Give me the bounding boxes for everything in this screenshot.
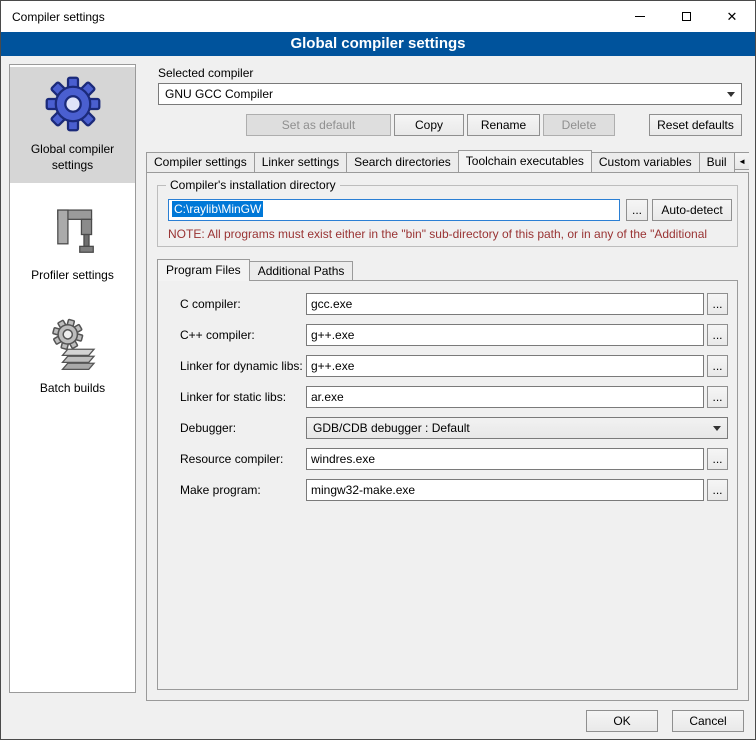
resource-compiler-input[interactable] [306,448,704,470]
make-program-input[interactable] [306,479,704,501]
chevron-down-icon [727,92,735,101]
window-controls: ✕ [617,1,755,32]
tab-linker-settings[interactable]: Linker settings [254,152,347,172]
tab-build-truncated[interactable]: Buil [699,152,735,172]
set-as-default-button[interactable]: Set as default [246,114,391,136]
maximize-icon [682,12,691,21]
static-linker-input[interactable] [306,386,704,408]
compiler-settings-dialog: Compiler settings ✕ Global compiler sett… [0,0,756,740]
rename-button[interactable]: Rename [467,114,540,136]
resource-compiler-browse-button[interactable]: ... [707,448,728,470]
profiler-tool-icon [46,205,100,259]
maximize-button[interactable] [663,1,709,32]
chevron-down-icon [713,426,721,435]
blue-gear-icon [44,75,102,133]
dynamic-linker-label: Linker for dynamic libs: [180,359,303,373]
tab-scroll-left-icon[interactable]: ◄ [734,152,749,170]
note-text: NOTE: All programs must exist either in … [168,227,734,241]
debugger-dropdown[interactable]: GDB/CDB debugger : Default [306,417,728,439]
settings-tabstrip: Compiler settings Linker settings Search… [146,150,749,172]
dynamic-linker-browse-button[interactable]: ... [707,355,728,377]
c-compiler-label: C compiler: [180,297,241,311]
sidebar-item-profiler-settings[interactable]: Profiler settings [10,197,135,294]
make-program-browse-button[interactable]: ... [707,479,728,501]
tab-compiler-settings[interactable]: Compiler settings [146,152,255,172]
tab-search-directories[interactable]: Search directories [346,152,459,172]
selected-compiler-dropdown[interactable]: GNU GCC Compiler [158,83,742,105]
ok-button[interactable]: OK [586,710,658,732]
c-compiler-browse-button[interactable]: ... [707,293,728,315]
debugger-value: GDB/CDB debugger : Default [313,421,470,435]
make-program-label: Make program: [180,483,261,497]
copy-button[interactable]: Copy [394,114,464,136]
close-button[interactable]: ✕ [709,1,755,32]
tab-custom-variables[interactable]: Custom variables [591,152,700,172]
tab-additional-paths[interactable]: Additional Paths [249,261,354,280]
dynamic-linker-input[interactable] [306,355,704,377]
static-linker-label: Linker for static libs: [180,390,286,404]
static-linker-browse-button[interactable]: ... [707,386,728,408]
cancel-button[interactable]: Cancel [672,710,744,732]
make-program-row: Make program: ... [158,479,739,501]
page-title: Global compiler settings [1,32,755,56]
reset-defaults-button[interactable]: Reset defaults [649,114,742,136]
resource-compiler-row: Resource compiler: ... [158,448,739,470]
auto-detect-button[interactable]: Auto-detect [652,199,732,221]
c-compiler-input[interactable] [306,293,704,315]
cpp-compiler-label: C++ compiler: [180,328,255,342]
installation-directory-value: C:\raylib\MinGW [172,201,263,217]
sidebar-item-batch-builds[interactable]: Batch builds [10,308,135,407]
compiler-actions: Set as default Copy Rename Delete Reset … [158,114,742,136]
program-files-panel: C compiler: ... C++ compiler: ... Linker… [157,280,738,690]
tab-toolchain-executables[interactable]: Toolchain executables [458,150,592,172]
installation-directory-group: Compiler's installation directory C:\ray… [157,185,738,247]
delete-button[interactable]: Delete [543,114,615,136]
minimize-button[interactable] [617,1,663,32]
cpp-compiler-row: C++ compiler: ... [158,324,739,346]
cpp-compiler-input[interactable] [306,324,704,346]
sidebar-item-label: Batch builds [13,381,132,397]
installation-directory-input[interactable]: C:\raylib\MinGW [168,199,620,221]
tab-program-files[interactable]: Program Files [157,259,250,281]
static-linker-row: Linker for static libs: ... [158,386,739,408]
sidebar-item-label: Global compiler settings [13,142,132,173]
sidebar-item-global-compiler-settings[interactable]: Global compiler settings [10,67,135,183]
dynamic-linker-row: Linker for dynamic libs: ... [158,355,739,377]
cpp-compiler-browse-button[interactable]: ... [707,324,728,346]
program-files-tabstrip: Program Files Additional Paths [157,259,352,280]
tab-scroll-buttons: ◄ ► [734,152,749,172]
settings-sidebar: Global compiler settings Profiler settin… [9,64,136,693]
selected-compiler-value: GNU GCC Compiler [165,87,273,101]
toolchain-executables-panel: Compiler's installation directory C:\ray… [146,172,749,701]
titlebar: Compiler settings ✕ [1,1,755,32]
sidebar-item-label: Profiler settings [13,268,132,284]
debugger-row: Debugger: GDB/CDB debugger : Default [158,417,739,439]
minimize-icon [635,16,645,17]
resource-compiler-label: Resource compiler: [180,452,283,466]
selected-compiler-label: Selected compiler [158,66,253,80]
window-title: Compiler settings [1,10,105,24]
main-panel: Selected compiler GNU GCC Compiler Set a… [146,57,749,709]
debugger-label: Debugger: [180,421,236,435]
c-compiler-row: C compiler: ... [158,293,739,315]
installation-directory-group-label: Compiler's installation directory [166,178,340,192]
browse-directory-button[interactable]: ... [626,199,648,221]
gray-gear-stack-icon [45,316,101,372]
